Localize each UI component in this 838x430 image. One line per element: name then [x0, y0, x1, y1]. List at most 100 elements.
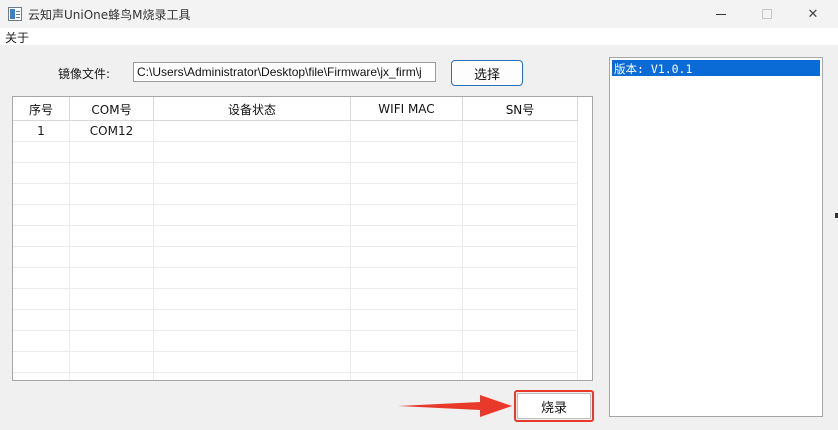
- cell-index: [13, 205, 70, 225]
- image-file-label: 镜像文件:: [58, 67, 111, 81]
- cell-wifi-mac: [351, 268, 463, 288]
- window-title: 云知声UniOne蜂鸟M烧录工具: [28, 8, 191, 22]
- cell-sn: [463, 268, 578, 288]
- cell-status: [154, 268, 351, 288]
- cell-wifi-mac: [351, 142, 463, 162]
- version-list[interactable]: 版本: V1.0.1: [609, 57, 823, 417]
- menu-bar: 关于: [0, 28, 838, 45]
- cell-com: [70, 184, 154, 204]
- image-file-path-input[interactable]: C:\Users\Administrator\Desktop\file\Firm…: [133, 62, 436, 82]
- cell-com: [70, 352, 154, 372]
- cell-wifi-mac: [351, 163, 463, 183]
- column-header-com[interactable]: COM号: [70, 97, 154, 121]
- cell-sn: [463, 184, 578, 204]
- cell-status: [154, 331, 351, 351]
- cell-wifi-mac: [351, 247, 463, 267]
- maximize-button[interactable]: [744, 0, 790, 28]
- cell-wifi-mac: [351, 121, 463, 141]
- cell-com: [70, 268, 154, 288]
- cell-sn: [463, 121, 578, 141]
- cell-index: [13, 142, 70, 162]
- table-row[interactable]: [13, 373, 578, 380]
- cell-sn: [463, 205, 578, 225]
- cell-com: [70, 331, 154, 351]
- cell-wifi-mac: [351, 310, 463, 330]
- cell-index: [13, 310, 70, 330]
- table-row[interactable]: [13, 352, 578, 373]
- cell-index: [13, 268, 70, 288]
- select-file-button[interactable]: 选择: [451, 60, 523, 86]
- device-table: 序号 COM号 设备状态 WIFI MAC SN号 1 COM12: [12, 96, 593, 381]
- cell-status: [154, 142, 351, 162]
- cell-index: [13, 163, 70, 183]
- cell-com: [70, 373, 154, 380]
- cell-status: [154, 289, 351, 309]
- table-row[interactable]: [13, 226, 578, 247]
- cell-com: [70, 205, 154, 225]
- column-header-wifi-mac[interactable]: WIFI MAC: [351, 97, 463, 121]
- minimize-button[interactable]: [698, 0, 744, 28]
- cell-wifi-mac: [351, 289, 463, 309]
- cell-sn: [463, 310, 578, 330]
- table-row[interactable]: [13, 163, 578, 184]
- cell-index: 1: [13, 121, 70, 141]
- cell-com: [70, 142, 154, 162]
- arrow-pointer-icon: [398, 395, 512, 417]
- table-row[interactable]: [13, 142, 578, 163]
- table-row[interactable]: [13, 268, 578, 289]
- app-icon: [8, 7, 22, 21]
- cell-index: [13, 331, 70, 351]
- table-row[interactable]: [13, 205, 578, 226]
- cell-index: [13, 373, 70, 380]
- cell-com: [70, 226, 154, 246]
- cell-wifi-mac: [351, 373, 463, 380]
- cell-wifi-mac: [351, 226, 463, 246]
- cell-index: [13, 289, 70, 309]
- version-item[interactable]: 版本: V1.0.1: [612, 60, 820, 76]
- cell-index: [13, 352, 70, 372]
- cell-status: [154, 373, 351, 380]
- burn-button[interactable]: 烧录: [517, 393, 591, 419]
- cell-status: [154, 163, 351, 183]
- cell-status: [154, 310, 351, 330]
- cell-com: COM12: [70, 121, 154, 141]
- cell-wifi-mac: [351, 184, 463, 204]
- cell-sn: [463, 247, 578, 267]
- cell-status: [154, 121, 351, 141]
- cell-status: [154, 205, 351, 225]
- cell-index: [13, 247, 70, 267]
- cell-status: [154, 247, 351, 267]
- close-icon: ✕: [807, 6, 819, 22]
- cell-sn: [463, 373, 578, 380]
- title-bar: 云知声UniOne蜂鸟M烧录工具 ✕: [0, 0, 838, 28]
- cell-wifi-mac: [351, 352, 463, 372]
- cell-com: [70, 163, 154, 183]
- column-header-sn[interactable]: SN号: [463, 97, 578, 121]
- cell-sn: [463, 226, 578, 246]
- cell-status: [154, 184, 351, 204]
- column-header-status[interactable]: 设备状态: [154, 97, 351, 121]
- table-row[interactable]: [13, 289, 578, 310]
- maximize-icon: [762, 9, 772, 19]
- table-row[interactable]: [13, 331, 578, 352]
- table-row[interactable]: [13, 310, 578, 331]
- cell-index: [13, 184, 70, 204]
- minimize-icon: [716, 13, 726, 15]
- cell-com: [70, 310, 154, 330]
- cell-wifi-mac: [351, 331, 463, 351]
- cell-sn: [463, 289, 578, 309]
- cell-sn: [463, 331, 578, 351]
- cell-wifi-mac: [351, 205, 463, 225]
- table-row[interactable]: [13, 247, 578, 268]
- cell-com: [70, 247, 154, 267]
- table-row[interactable]: 1 COM12: [13, 121, 578, 142]
- cell-sn: [463, 142, 578, 162]
- cell-status: [154, 226, 351, 246]
- menu-about[interactable]: 关于: [5, 29, 29, 46]
- table-scrollbar[interactable]: [578, 97, 592, 380]
- close-button[interactable]: ✕: [790, 0, 836, 28]
- table-row[interactable]: [13, 184, 578, 205]
- cell-com: [70, 289, 154, 309]
- column-header-index[interactable]: 序号: [13, 97, 70, 121]
- cell-status: [154, 352, 351, 372]
